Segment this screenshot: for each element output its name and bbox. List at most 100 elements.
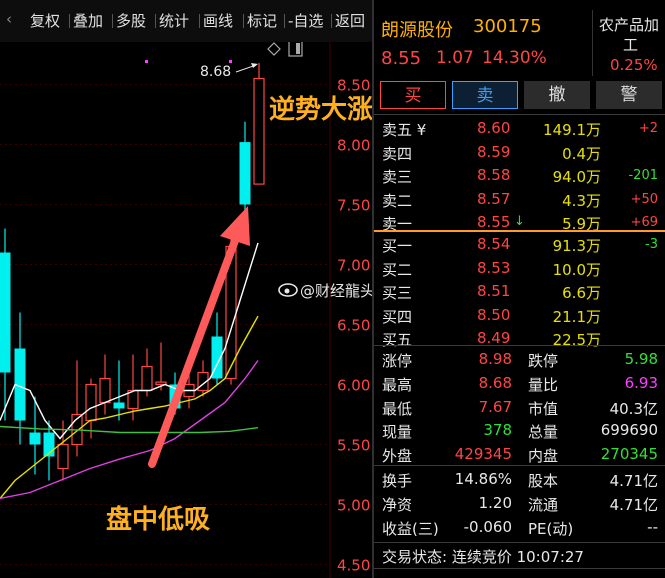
sell-order-change: +69: [630, 215, 658, 231]
stat-label: 跌停: [528, 352, 559, 370]
down-arrow-icon: ↓: [514, 214, 525, 230]
stat-label: 总量: [528, 423, 559, 442]
sell-order-volume: 94.0万: [552, 168, 601, 187]
chevron-left-icon[interactable]: ‹: [6, 10, 12, 28]
candle-body: [99, 377, 111, 404]
stat-value: 4.71亿: [609, 472, 658, 490]
price-axis-label: 7.00: [337, 257, 370, 275]
sell-order-row[interactable]: 卖四 8.59 0.4万: [374, 140, 665, 164]
price-axis-label: 6.50: [337, 317, 370, 335]
toolbar-item-0[interactable]: 复权: [30, 10, 60, 31]
annotation-dip-buy: 盘中低吸: [106, 504, 210, 535]
sell-order-label: 卖四: [382, 144, 413, 163]
sell-order-change: -201: [628, 168, 658, 184]
stat-value: 8.68: [478, 373, 512, 392]
sell-order-row[interactable]: 卖五 ¥ 8.60 149.1万 +2: [374, 116, 665, 140]
stat-label: PE(动): [528, 519, 574, 538]
stat-label: 换手: [382, 472, 413, 490]
stat-label: 涨停: [382, 352, 413, 370]
sell-order-row[interactable]: 卖三 8.58 94.0万 -201: [374, 163, 665, 187]
signal-marker: [229, 60, 232, 63]
candle-body: [113, 402, 125, 409]
stat-value: 4.71亿: [609, 495, 658, 514]
price-change-pct: 14.30%: [482, 48, 547, 68]
trend-arrow-head: [220, 206, 250, 246]
chart-toolbar: 复权 叠加 多股 统计 画线 标记 -自选 返回 ‹: [0, 0, 372, 42]
sell-order-row[interactable]: 卖二 8.57 4.3万 +50: [374, 187, 665, 211]
high-price-marker: 8.68: [200, 64, 231, 80]
window-toggle-icon[interactable]: [288, 42, 303, 57]
watermark-text: @财经龍头: [300, 282, 372, 300]
sell-order-price: 8.59: [477, 142, 511, 161]
stat-label: 量比: [528, 375, 559, 394]
buy-button[interactable]: 买: [380, 81, 446, 109]
buy-order-price: 8.50: [477, 305, 511, 324]
buy-order-price: 8.54: [477, 235, 511, 253]
stats-row: 最高 8.68 量比 6.93: [374, 371, 665, 395]
stat-label: 最高: [382, 375, 413, 394]
toolbar-item-4[interactable]: 画线: [203, 10, 233, 31]
stats-row: 换手 14.86% 股本 4.71亿: [374, 467, 665, 491]
candle-body: [0, 252, 11, 373]
toolbar-item-2[interactable]: 多股: [116, 10, 146, 31]
price-axis-label: 4.50: [337, 557, 370, 575]
buy-order-price: 8.53: [477, 258, 511, 277]
sell-button[interactable]: 卖: [452, 81, 518, 109]
toolbar-item-6[interactable]: -自选: [288, 10, 323, 31]
candle-body: [29, 432, 41, 445]
stat-value: 699690: [600, 421, 658, 440]
sell-order-price: 8.60: [477, 119, 511, 137]
buy-order-row[interactable]: 买二 8.53 10.0万: [374, 256, 665, 280]
annotation-rally: 逆势大涨: [269, 94, 372, 125]
price-axis-label: 8.50: [337, 77, 370, 95]
alert-button[interactable]: 警: [596, 81, 662, 109]
toolbar-item-5[interactable]: 标记: [247, 10, 277, 31]
buy-order-row[interactable]: 买四 8.50 21.1万: [374, 303, 665, 327]
signal-marker: [145, 60, 148, 63]
buy-order-volume: 6.6万: [562, 284, 601, 303]
diamond-icon[interactable]: [267, 42, 281, 56]
sell-order-change: +2: [638, 121, 658, 136]
price-axis-label: 6.00: [337, 377, 370, 395]
buy-order-row[interactable]: 买三 8.51 6.6万: [374, 279, 665, 303]
stat-value: 14.86%: [454, 470, 512, 488]
stat-value: 6.93: [624, 373, 658, 392]
toolbar-item-7[interactable]: 返回: [335, 10, 365, 31]
stock-name: 朗源股份: [381, 20, 453, 41]
stat-label: 现量: [382, 423, 413, 442]
sell-order-change: +50: [630, 191, 658, 207]
candle-body: [239, 142, 251, 205]
quote-panel: 朗源股份 300175 8.55 1.07 14.30% 农产品加 工 0.25…: [374, 0, 665, 578]
buy-order-volume: 21.1万: [552, 307, 601, 326]
buy-order-label: 买四: [382, 307, 413, 326]
stats-row: 最低 7.67 市值 40.3亿: [374, 395, 665, 419]
candle-body: [253, 77, 265, 185]
stat-label: 收益(三): [382, 519, 439, 538]
sector-name: 农产品加: [599, 16, 660, 34]
stats-row: 净资 1.20 流通 4.71亿: [374, 491, 665, 515]
cancel-order-button[interactable]: 撤: [524, 81, 590, 109]
price-change: 1.07: [436, 48, 474, 68]
stat-value: 270345: [600, 445, 658, 464]
sector-box[interactable]: 农产品加 工 0.25%: [592, 10, 665, 76]
stat-value: 429345: [454, 445, 512, 464]
toolbar-item-1[interactable]: 叠加: [73, 10, 103, 31]
candlestick-chart: 8.50 8.00 7.50 7.00 6.50 6.00 5.50 5.00 4.50 8.68…: [0, 42, 372, 578]
candle-body: [141, 365, 153, 392]
stat-value: 7.67: [478, 397, 512, 416]
buy-order-volume: 91.3万: [552, 237, 601, 255]
buy-order-label: 买二: [382, 260, 413, 279]
stats-row: 现量 378 总量 699690: [374, 418, 665, 442]
stat-value: 1.20: [478, 493, 512, 512]
toolbar-item-3[interactable]: 统计: [159, 10, 189, 31]
candle-body: [57, 443, 69, 470]
stat-value: -0.060: [463, 517, 512, 536]
watermark: @财经龍头: [278, 282, 372, 300]
sell-order-price: 8.58: [477, 166, 511, 185]
buy-order-row[interactable]: 买一 8.54 91.3万 -3: [374, 232, 665, 256]
stat-label: 股本: [528, 472, 559, 490]
stats-row: 收益(三) -0.060 PE(动) --: [374, 515, 665, 539]
stat-label: 流通: [528, 495, 559, 514]
stat-label: 净资: [382, 495, 413, 514]
sell-order-label: 卖三: [382, 168, 413, 187]
